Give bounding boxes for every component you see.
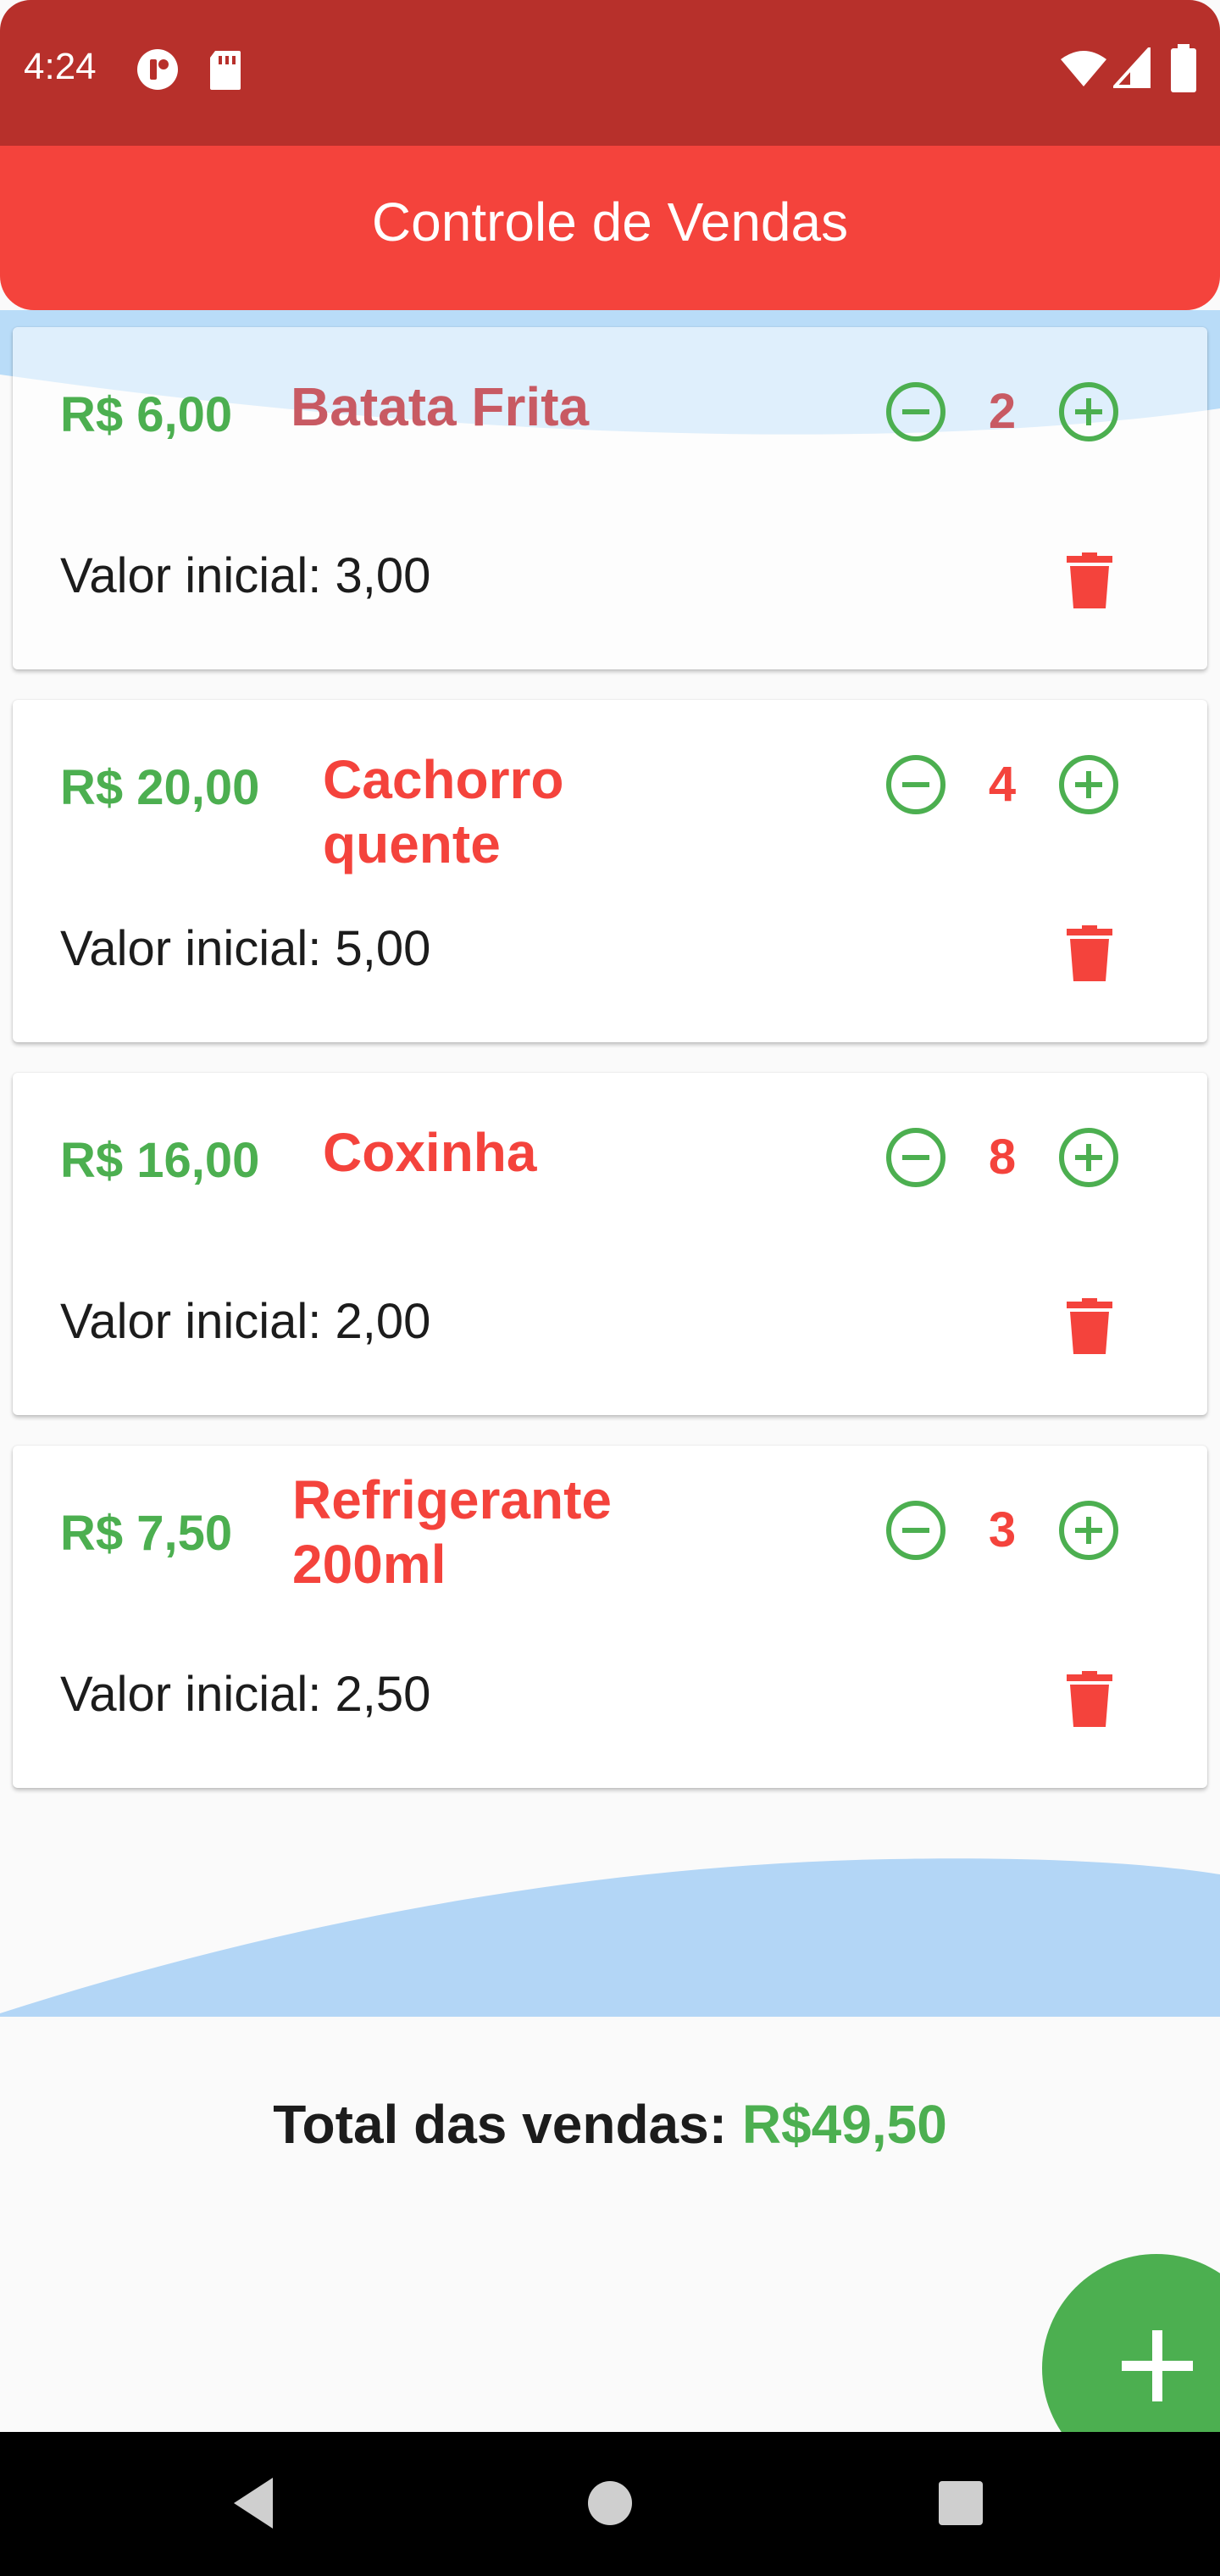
quantity-stepper: 8 bbox=[882, 1124, 1123, 1191]
sales-list: R$ 6,00 Batata Frita 2 Valor inicial: 3,… bbox=[13, 327, 1207, 1818]
status-bar: 4:24 bbox=[0, 0, 1220, 146]
plus-icon bbox=[1122, 2330, 1193, 2401]
item-name: Refrigerante 200ml bbox=[292, 1469, 612, 1595]
home-icon[interactable] bbox=[586, 2474, 634, 2532]
delete-button[interactable] bbox=[1067, 1298, 1112, 1354]
quantity-value: 8 bbox=[988, 1130, 1017, 1185]
quantity-stepper: 4 bbox=[882, 751, 1123, 819]
quantity-value: 2 bbox=[988, 384, 1017, 439]
sd-card-icon bbox=[210, 51, 241, 90]
sale-item-card: R$ 20,00 Cachorro quente 4 Valor inicial… bbox=[13, 700, 1207, 1042]
item-initial-value: Valor inicial: 3,00 bbox=[60, 548, 431, 603]
item-name: Coxinha bbox=[323, 1122, 537, 1183]
app-bar: Controle de Vendas bbox=[0, 146, 1220, 310]
system-navigation-bar bbox=[0, 2432, 1220, 2576]
item-name: Batata Frita bbox=[291, 376, 590, 437]
decrement-button[interactable] bbox=[882, 1496, 950, 1564]
bottom-wave-decoration bbox=[0, 1858, 1220, 2017]
delete-button[interactable] bbox=[1067, 1671, 1112, 1727]
increment-button[interactable] bbox=[1055, 378, 1123, 446]
status-time: 4:24 bbox=[24, 46, 97, 87]
delete-button[interactable] bbox=[1067, 925, 1112, 981]
quantity-stepper: 2 bbox=[882, 378, 1123, 446]
increment-button[interactable] bbox=[1055, 751, 1123, 819]
increment-button[interactable] bbox=[1055, 1496, 1123, 1564]
decrement-button[interactable] bbox=[882, 1124, 950, 1191]
item-name: Cachorro quente bbox=[323, 749, 564, 874]
sales-total: Total das vendas: R$49,50 bbox=[0, 2093, 1220, 2156]
recents-icon[interactable] bbox=[935, 2474, 986, 2532]
total-label: Total das vendas: bbox=[273, 2094, 742, 2155]
quantity-stepper: 3 bbox=[882, 1496, 1123, 1564]
item-initial-value: Valor inicial: 5,00 bbox=[60, 921, 431, 976]
notification-icon bbox=[137, 49, 178, 90]
item-total-price: R$ 20,00 bbox=[60, 760, 260, 815]
wifi-icon bbox=[1061, 51, 1106, 86]
delete-button[interactable] bbox=[1067, 552, 1112, 608]
item-initial-value: Valor inicial: 2,00 bbox=[60, 1294, 431, 1349]
increment-button[interactable] bbox=[1055, 1124, 1123, 1191]
item-initial-value: Valor inicial: 2,50 bbox=[60, 1667, 431, 1722]
sale-item-card: R$ 6,00 Batata Frita 2 Valor inicial: 3,… bbox=[13, 327, 1207, 669]
quantity-value: 4 bbox=[988, 757, 1017, 812]
decrement-button[interactable] bbox=[882, 378, 950, 446]
battery-icon bbox=[1171, 44, 1196, 92]
sale-item-card: R$ 16,00 Coxinha 8 Valor inicial: 2,00 bbox=[13, 1073, 1207, 1415]
item-total-price: R$ 16,00 bbox=[60, 1133, 260, 1188]
item-total-price: R$ 6,00 bbox=[60, 387, 233, 442]
cell-signal-icon bbox=[1113, 47, 1151, 88]
total-value: R$49,50 bbox=[741, 2094, 947, 2155]
sale-item-card: R$ 7,50 Refrigerante 200ml 3 Valor inici… bbox=[13, 1446, 1207, 1788]
item-total-price: R$ 7,50 bbox=[60, 1506, 233, 1561]
decrement-button[interactable] bbox=[882, 751, 950, 819]
back-icon[interactable] bbox=[229, 2474, 280, 2532]
quantity-value: 3 bbox=[988, 1502, 1017, 1557]
app-title: Controle de Vendas bbox=[371, 192, 849, 253]
